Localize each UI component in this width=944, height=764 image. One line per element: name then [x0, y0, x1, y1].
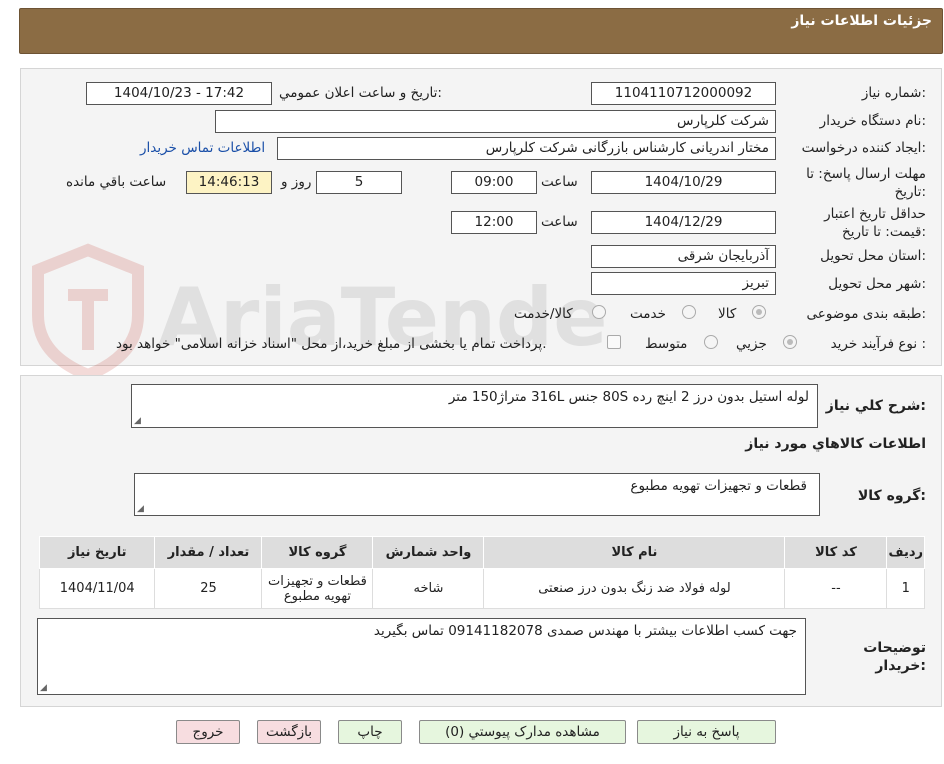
validity-time-label: ساعت — [541, 214, 578, 230]
cell-goods-name: لوله فولاد ضد زنگ بدون درز صنعتی — [483, 568, 786, 609]
delivery-city-field: تبریز — [591, 272, 776, 295]
exit-button[interactable]: خروج — [176, 720, 240, 744]
reply-time-field: 09:00 — [451, 171, 537, 194]
price-validity-label-2: قیمت: تا تاریخ: — [841, 224, 926, 240]
page-title: جزئیات اطلاعات نیاز — [791, 13, 932, 29]
cell-goods-code: -- — [784, 568, 888, 609]
resize-handle-icon[interactable]: ◢ — [137, 504, 144, 514]
view-attachments-button[interactable]: مشاهده مدارک پیوستي (0) — [419, 720, 626, 744]
goods-group-textarea: قطعات و تجهیزات تهویه مطبوع ◢ — [134, 473, 820, 516]
process-type-label: نوع فرآیند خرید : — [830, 336, 926, 352]
category-option-goods-service: کالا/خدمت — [514, 306, 573, 322]
process-radio-medium[interactable] — [704, 335, 718, 349]
resize-handle-icon[interactable]: ◢ — [134, 416, 141, 426]
buyer-contact-link[interactable]: اطلاعات تماس خریدار — [140, 140, 265, 156]
remaining-time-field: 14:46:13 — [186, 171, 272, 194]
subject-category-label: طبقه بندی موضوعی: — [806, 306, 926, 322]
cell-need-date: 1404/11/04 — [38, 568, 156, 609]
announce-datetime-label: تاریخ و ساعت اعلان عمومي: — [279, 85, 442, 101]
delivery-province-label: استان محل تحویل: — [820, 248, 926, 264]
validity-time-field: 12:00 — [451, 211, 537, 234]
payment-note: پرداخت تمام یا بخشی از مبلغ خرید،از محل … — [116, 336, 547, 352]
general-desc-label: شرح کلي نیاز: — [825, 398, 926, 414]
remaining-label: ساعت باقي مانده — [66, 174, 167, 190]
treasury-payment-checkbox[interactable] — [607, 335, 621, 349]
goods-group-label: گروه کالا: — [857, 488, 926, 504]
table-row: 1 -- لوله فولاد ضد زنگ بدون درز صنعتی شا… — [38, 568, 925, 609]
process-option-minor: جزیي — [736, 336, 767, 352]
validity-date-field: 1404/12/29 — [591, 211, 776, 234]
general-desc-text: لوله استیل بدون درز 2 اینچ رده 80S جنس 3… — [448, 389, 809, 405]
general-desc-textarea: لوله استیل بدون درز 2 اینچ رده 80S جنس 3… — [131, 384, 818, 428]
remaining-days-field: 5 — [316, 171, 402, 194]
delivery-city-label: شهر محل تحویل: — [828, 276, 926, 292]
category-radio-goods[interactable] — [752, 305, 766, 319]
resize-handle-icon[interactable]: ◢ — [40, 683, 47, 693]
need-number-field: 1104110712000092 — [591, 82, 776, 105]
col-header-unit: واحد شمارش — [372, 536, 485, 569]
requester-field: مختار اندریانی کارشناس بازرگانی شرکت کلر… — [277, 137, 776, 160]
goods-table: ردیف کد کالا نام کالا واحد شمارش گروه کا… — [38, 536, 925, 609]
buyer-org-field: شرکت کلرپارس — [215, 110, 776, 133]
back-button[interactable]: بازگشت — [257, 720, 321, 744]
table-header-row: ردیف کد کالا نام کالا واحد شمارش گروه کا… — [38, 536, 925, 569]
goods-info-heading: اطلاعات کالاهاي مورد نیاز — [745, 436, 926, 452]
reply-time-label: ساعت — [541, 174, 578, 190]
col-header-row-number: ردیف — [886, 536, 925, 569]
category-radio-service[interactable] — [682, 305, 696, 319]
buyer-notes-text: جهت کسب اطلاعات بیشتر با مهندس صمدی 0914… — [373, 623, 797, 639]
buyer-notes-label: توضیحات — [863, 640, 926, 656]
reply-date-field: 1404/10/29 — [591, 171, 776, 194]
category-option-goods: کالا — [718, 306, 737, 322]
process-radio-minor[interactable] — [783, 335, 797, 349]
category-radio-goods-service[interactable] — [592, 305, 606, 319]
need-number-label: شماره نیاز: — [861, 85, 926, 101]
cell-row-number: 1 — [886, 568, 925, 609]
col-header-goods-name: نام کالا — [483, 536, 786, 569]
col-header-quantity: تعداد / مقدار — [154, 536, 263, 569]
cell-unit: شاخه — [372, 568, 485, 609]
announce-datetime-field: 1404/10/23 - 17:42 — [86, 82, 272, 105]
col-header-need-date: تاریخ نیاز — [38, 536, 156, 569]
reply-deadline-label-2: تاریخ: — [894, 184, 926, 200]
print-button[interactable]: چاپ — [338, 720, 402, 744]
buyer-org-label: نام دستگاه خریدار: — [819, 113, 926, 129]
category-option-service: خدمت — [630, 306, 666, 322]
requester-label: ایجاد کننده درخواست: — [801, 140, 926, 156]
col-header-goods-code: کد کالا — [784, 536, 888, 569]
buyer-notes-textarea: جهت کسب اطلاعات بیشتر با مهندس صمدی 0914… — [37, 618, 806, 695]
cell-goods-group: قطعات و تجهیزات تهویه مطبوع — [261, 568, 374, 609]
col-header-goods-group: گروه کالا — [261, 536, 374, 569]
delivery-province-field: آذربایجان شرقی — [591, 245, 776, 268]
goods-group-text: قطعات و تجهیزات تهویه مطبوع — [630, 478, 807, 494]
reply-to-need-button[interactable]: پاسخ به نیاز — [637, 720, 776, 744]
price-validity-label: حداقل تاریخ اعتبار — [824, 206, 926, 222]
cell-quantity: 25 — [154, 568, 263, 609]
process-option-medium: متوسط — [645, 336, 688, 352]
reply-deadline-label: مهلت ارسال پاسخ: تا — [806, 166, 926, 182]
days-label: روز و — [281, 174, 312, 190]
buyer-notes-label-2: خریدار: — [875, 658, 926, 674]
